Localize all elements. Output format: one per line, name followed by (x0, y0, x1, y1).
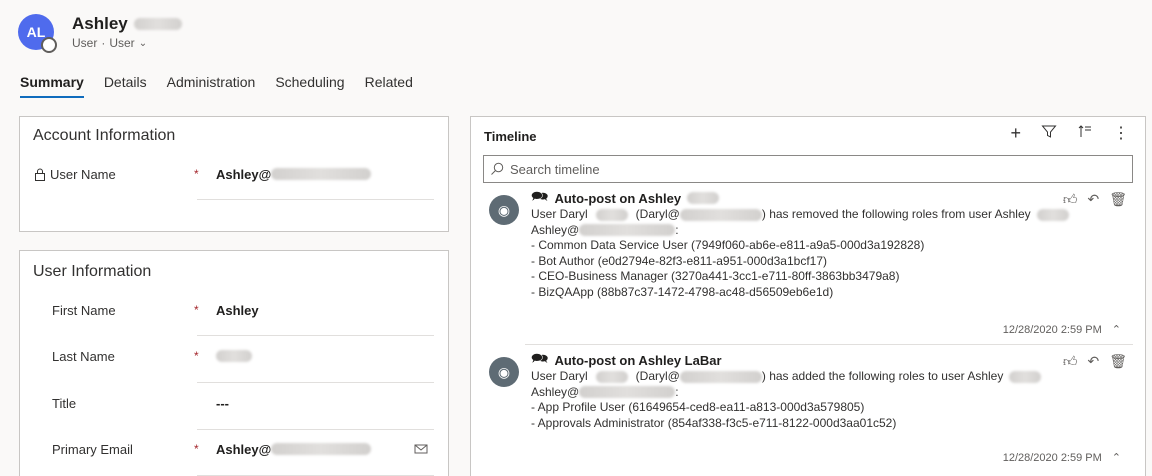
field-divider (197, 199, 434, 200)
search-timeline-input[interactable]: Search timeline (483, 155, 1133, 183)
chevron-up-icon[interactable]: ⌃ (1112, 451, 1121, 464)
post-line: User Daryl (Daryl@ ) has added the follo… (531, 369, 1133, 385)
tab-summary[interactable]: Summary (20, 74, 84, 98)
list-item: - CEO-Business Manager (3270a441-3cc1-e7… (531, 269, 900, 283)
sort-icon[interactable] (1077, 123, 1093, 144)
record-header: AL Ashley User · User ⌄ (18, 12, 182, 53)
required-indicator: * (194, 303, 199, 317)
user-name-label: User Name (50, 166, 116, 182)
post-title: 🗪︎ Auto-post on Ashley (531, 188, 1133, 207)
tab-details[interactable]: Details (104, 74, 147, 98)
first-name-label: First Name (52, 302, 116, 318)
list-item: - BizQAApp (88b87c37-1472-4798-ac48-d565… (531, 284, 834, 299)
avatar-initials: AL (26, 24, 46, 40)
search-placeholder: Search timeline (510, 161, 600, 177)
title-field[interactable]: --- (216, 396, 434, 411)
section-title: Account Information (33, 127, 176, 144)
post-line: User Daryl (Daryl@ ) has removed the fol… (531, 207, 1133, 223)
post-line: Ashley@ : (531, 384, 679, 399)
chevron-down-icon[interactable]: ⌄ (139, 38, 147, 49)
section-title: User Information (33, 263, 152, 280)
reply-icon[interactable]: ↶ (1087, 191, 1099, 208)
like-icon[interactable]: 👍︎ (1063, 353, 1078, 370)
post-timestamp: 12/28/2020 2:59 PM ⌃ (1002, 323, 1121, 337)
primary-email-field[interactable]: Ashley@ (216, 442, 414, 457)
account-information-section: Account Information User Name * Ashley@ (19, 116, 449, 232)
redacted-domain (271, 168, 372, 180)
delete-icon[interactable]: 🗑︎ (1109, 191, 1127, 208)
post-actions: 👍︎ ↶ 🗑︎ (1063, 191, 1127, 208)
last-name-field[interactable] (216, 350, 434, 362)
list-item: - App Profile User (61649654-ced8-ea11-a… (531, 400, 865, 414)
timeline-toolbar: + ⋮ (1010, 123, 1129, 144)
presence-indicator (41, 37, 57, 53)
post-line: Ashley@ : (531, 222, 679, 237)
post-divider (525, 344, 1133, 345)
record-title: Ashley (72, 14, 182, 34)
more-icon[interactable]: ⋮ (1113, 123, 1129, 144)
record-subtitle: User · User ⌄ (72, 36, 148, 50)
timeline-section: Timeline + ⋮ Search timeline ◉ 👍︎ ↶ 🗑︎ 🗪… (470, 116, 1146, 476)
tab-related[interactable]: Related (365, 74, 413, 98)
last-name-row: Last Name * (34, 333, 434, 379)
lock-icon (35, 168, 45, 181)
list-item: - Bot Author (e0d2794e-82f3-e811-a951-00… (531, 253, 827, 268)
search-icon (491, 162, 504, 175)
post-timestamp: 12/28/2020 2:59 PM ⌃ (1002, 451, 1121, 465)
user-name-field[interactable]: Ashley@ (216, 167, 434, 182)
bot-icon: ◉ (489, 195, 519, 225)
list-item: - Common Data Service User (7949f060-ab6… (531, 238, 925, 252)
form-selector[interactable]: User (109, 36, 134, 50)
redacted-domain (271, 443, 372, 455)
first-name-row: First Name * Ashley (34, 287, 434, 333)
plus-icon[interactable]: + (1010, 123, 1021, 144)
tab-scheduling[interactable]: Scheduling (275, 74, 344, 98)
redacted-text (687, 192, 720, 204)
redacted-last-name (216, 350, 252, 362)
record-name: Ashley (72, 14, 128, 33)
bot-icon: ◉ (489, 357, 519, 387)
primary-email-row: Primary Email * Ashley@ (34, 426, 434, 472)
tab-administration[interactable]: Administration (167, 74, 256, 98)
primary-email-label: Primary Email (52, 441, 133, 457)
last-name-label: Last Name (52, 348, 115, 364)
post-actions: 👍︎ ↶ 🗑︎ (1063, 353, 1127, 370)
timeline-post[interactable]: ◉ 👍︎ ↶ 🗑︎ 🗪︎ Auto-post on Ashley LaBar U… (483, 350, 1133, 471)
timeline-post[interactable]: ◉ 👍︎ ↶ 🗑︎ 🗪︎ Auto-post on Ashley User Da… (483, 188, 1133, 343)
required-indicator: * (194, 442, 199, 456)
email-icon[interactable] (414, 443, 428, 455)
chevron-up-icon[interactable]: ⌃ (1112, 323, 1121, 336)
reply-icon[interactable]: ↶ (1087, 353, 1099, 370)
delete-icon[interactable]: 🗑︎ (1109, 353, 1127, 370)
user-information-section: User Information First Name * Ashley Las… (19, 250, 449, 476)
user-name-row: User Name * Ashley@ (34, 151, 434, 197)
title-row: Title --- (34, 380, 434, 426)
timeline-title: Timeline (484, 129, 537, 144)
first-name-field[interactable]: Ashley (216, 303, 434, 318)
like-icon[interactable]: 👍︎ (1063, 191, 1078, 208)
avatar: AL (18, 14, 57, 53)
required-indicator: * (194, 167, 199, 181)
required-indicator: * (194, 349, 199, 363)
record-type: User (72, 36, 98, 50)
list-item: - Approvals Administrator (854af338-f3c5… (531, 415, 897, 430)
filter-icon[interactable] (1041, 123, 1057, 144)
tab-bar: Summary Details Administration Schedulin… (20, 74, 413, 98)
post-title: 🗪︎ Auto-post on Ashley LaBar (531, 350, 1133, 369)
title-label: Title (52, 395, 77, 411)
redacted-surname (133, 18, 182, 30)
